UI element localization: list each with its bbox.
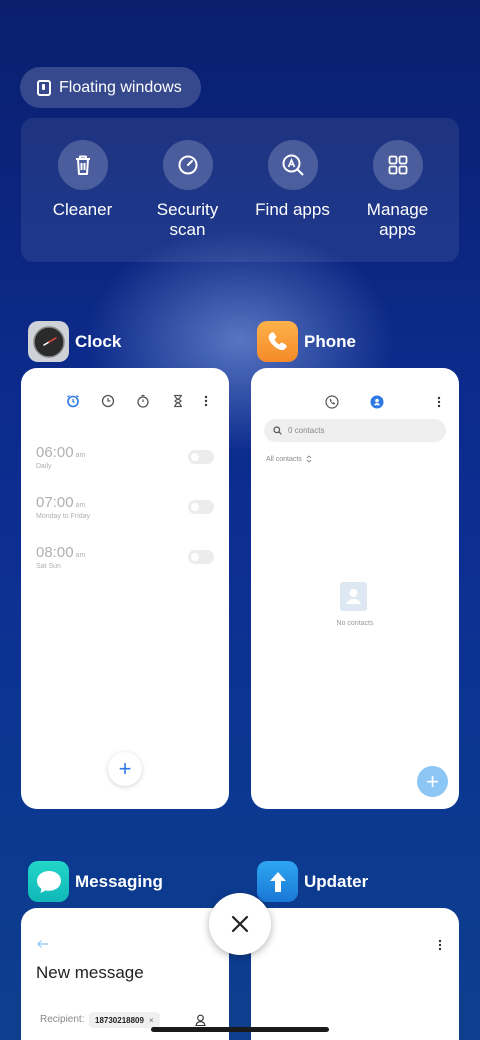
trash-icon <box>57 140 108 190</box>
more-options-icon[interactable] <box>204 394 208 412</box>
contacts-search-input[interactable]: 0 contacts <box>264 419 446 442</box>
floating-windows-button[interactable]: Floating windows <box>20 67 201 108</box>
recipient-number: 18730218809 <box>95 1015 144 1025</box>
floating-window-icon <box>37 79 51 96</box>
alarm-ampm: am <box>75 452 86 459</box>
alarm-tab-icon[interactable] <box>66 394 80 413</box>
alarm-toggle[interactable] <box>188 450 214 464</box>
phone-tabs <box>251 395 459 411</box>
new-message-title: New message <box>36 963 144 982</box>
alarm-time: 06:00 <box>36 444 74 461</box>
alarm-time: 08:00 <box>36 544 74 561</box>
phone-app-card[interactable]: 0 contacts All contacts No contacts + <box>251 368 459 809</box>
stopwatch-tab-icon[interactable] <box>136 394 150 413</box>
contacts-tab-icon[interactable] <box>370 395 384 414</box>
recipient-label: Recipient: <box>40 1014 85 1025</box>
updater-app-card[interactable] <box>251 908 459 1040</box>
recents-tab-icon[interactable] <box>325 395 339 414</box>
sort-arrows-icon <box>306 455 312 463</box>
close-icon <box>231 915 249 933</box>
alarm-ampm: am <box>75 502 86 509</box>
alarm-item[interactable]: 06:00 am Daily <box>36 444 214 478</box>
clear-all-button[interactable] <box>209 893 271 955</box>
alarm-repeat: Monday to Friday <box>36 513 91 520</box>
alarm-toggle[interactable] <box>188 550 214 564</box>
contacts-filter-dropdown[interactable]: All contacts <box>266 455 312 463</box>
messaging-app-card[interactable]: New message Recipient: 18730218809 × <box>21 908 229 1040</box>
alarm-ampm: am <box>75 552 86 559</box>
empty-contacts-text: No contacts <box>336 620 374 627</box>
alarm-toggle[interactable] <box>188 500 214 514</box>
contact-placeholder-icon <box>340 582 367 611</box>
add-contact-button[interactable]: + <box>417 766 448 797</box>
cleaner-button[interactable]: Cleaner <box>30 140 135 262</box>
search-icon <box>273 426 282 435</box>
clock-app-header[interactable]: Clock <box>28 321 121 362</box>
updater-app-icon <box>257 861 298 902</box>
more-options-icon[interactable] <box>437 395 441 413</box>
messaging-app-header[interactable]: Messaging <box>28 861 163 902</box>
messaging-app-name: Messaging <box>75 871 163 891</box>
find-apps-button[interactable]: Find apps <box>240 140 345 262</box>
security-scan-icon <box>162 140 213 190</box>
floating-windows-label: Floating windows <box>59 78 182 96</box>
add-alarm-button[interactable]: + <box>108 752 142 786</box>
phone-app-icon <box>257 321 298 362</box>
phone-app-header[interactable]: Phone <box>257 321 356 362</box>
manage-apps-button[interactable]: Manage apps <box>345 140 450 262</box>
clock-app-name: Clock <box>75 331 122 351</box>
world-clock-tab-icon[interactable] <box>101 394 115 413</box>
alarm-repeat: Daily <box>36 463 52 470</box>
alarm-repeat: Sat Sun <box>36 563 61 570</box>
home-indicator[interactable] <box>151 1027 329 1032</box>
contacts-filter-label: All contacts <box>266 455 302 463</box>
recipient-chip[interactable]: 18730218809 × <box>89 1012 160 1028</box>
back-arrow-icon[interactable] <box>36 936 49 954</box>
remove-recipient-icon[interactable]: × <box>149 1016 154 1025</box>
alarm-time: 07:00 <box>36 494 74 511</box>
updater-app-name: Updater <box>304 871 369 891</box>
clock-tabs <box>21 394 229 410</box>
search-placeholder: 0 contacts <box>288 426 325 435</box>
updater-app-header[interactable]: Updater <box>257 861 368 902</box>
phone-app-name: Phone <box>304 331 356 351</box>
security-scan-button[interactable]: Security scan <box>135 140 240 262</box>
clock-app-icon <box>28 321 69 362</box>
find-apps-icon <box>267 140 318 190</box>
alarm-item[interactable]: 08:00 am Sat Sun <box>36 544 214 578</box>
alarm-item[interactable]: 07:00 am Monday to Friday <box>36 494 214 528</box>
messaging-app-icon <box>28 861 69 902</box>
clock-app-card[interactable]: 06:00 am Daily 07:00 am Monday to Friday 0… <box>21 368 229 809</box>
quick-tools-panel: Cleaner Security scan Find apps Manage a… <box>21 118 459 262</box>
timer-tab-icon[interactable] <box>171 394 185 413</box>
grid-icon <box>372 140 423 190</box>
more-options-icon[interactable] <box>438 938 442 956</box>
